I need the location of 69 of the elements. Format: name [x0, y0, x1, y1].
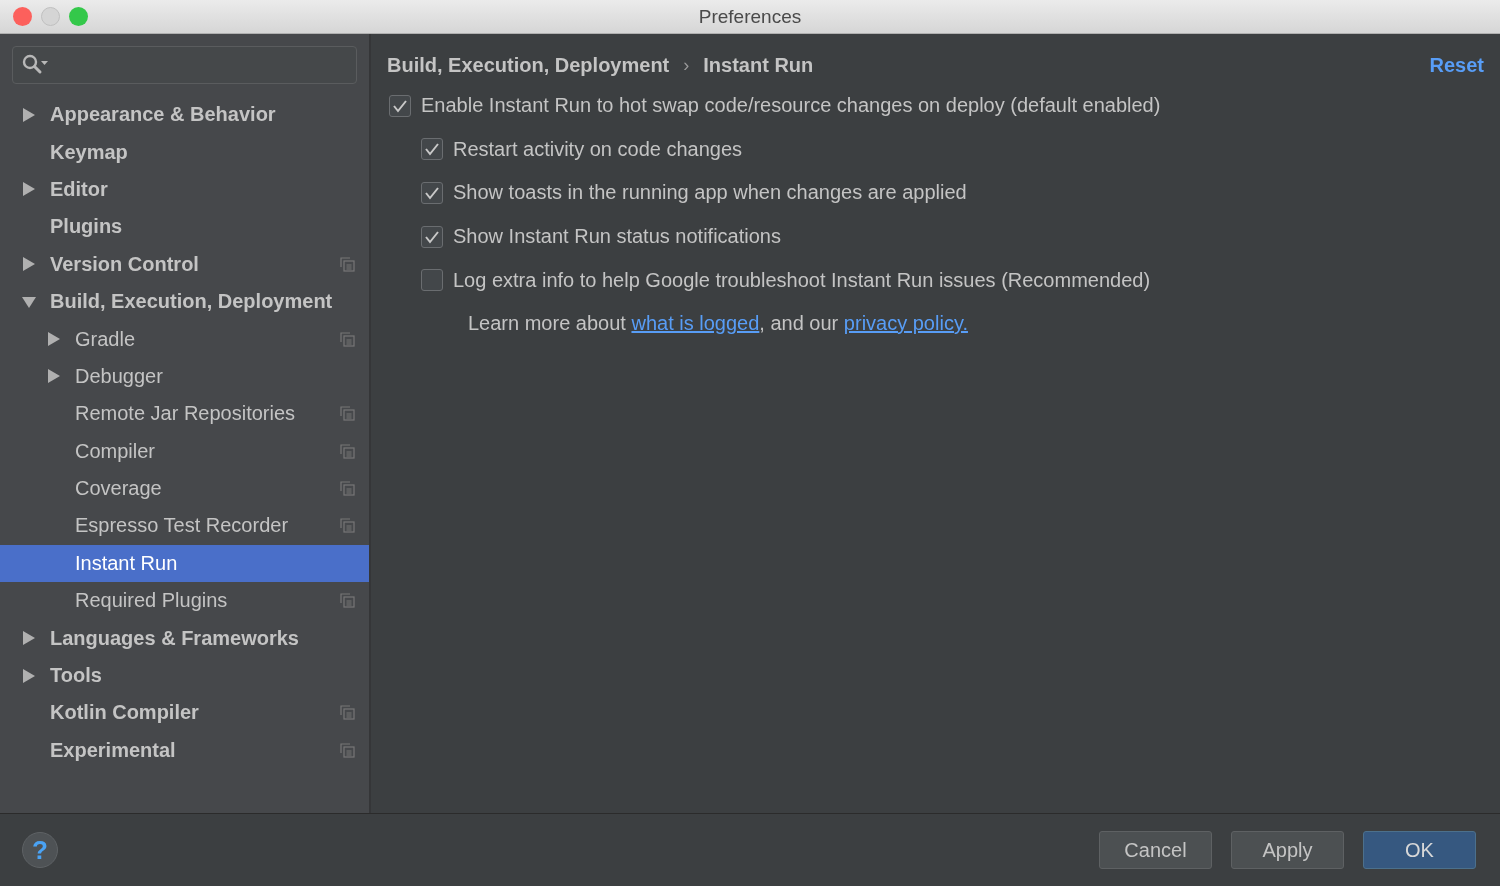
- tree-item[interactable]: Keymap: [0, 133, 369, 171]
- tree-item-label: Plugins: [50, 215, 123, 239]
- link[interactable]: privacy policy.: [843, 311, 968, 334]
- tree-item-label: Languages & Frameworks: [50, 626, 299, 650]
- window-title: Preferences: [698, 5, 802, 28]
- breadcrumb-item: Instant Run: [703, 53, 814, 77]
- checkbox-label: Restart activity on code changes: [453, 137, 743, 161]
- tree-item[interactable]: Kotlin Compiler: [0, 694, 369, 732]
- tree-item-label: Version Control: [50, 252, 199, 276]
- expand-arrow-icon[interactable]: [47, 332, 61, 347]
- checkbox-label: Log extra info to help Google troubleshoot Instant Run issues (Recommended): [453, 268, 1151, 292]
- tree-item-label: Coverage: [75, 477, 162, 501]
- checkbox-label: Show toasts in the running app when changes are applied: [453, 181, 967, 205]
- help-button[interactable]: ?: [22, 832, 58, 868]
- tree-item[interactable]: Required Plugins: [0, 582, 369, 620]
- checkbox[interactable]: [421, 269, 443, 292]
- collapse-arrow-icon[interactable]: [22, 294, 36, 309]
- search-icon: [22, 54, 50, 76]
- tree-item[interactable]: Editor: [0, 170, 369, 209]
- expand-arrow-icon[interactable]: [22, 257, 36, 272]
- tree-item[interactable]: Remote Jar Repositories: [0, 395, 369, 433]
- tree-item[interactable]: Languages & Frameworks: [0, 619, 369, 657]
- expand-arrow-icon[interactable]: [47, 369, 61, 384]
- tree-item[interactable]: Version Control: [0, 245, 369, 283]
- tree-item[interactable]: Gradle: [0, 320, 369, 358]
- expand-arrow-icon[interactable]: [22, 668, 36, 683]
- tree-item[interactable]: Debugger: [0, 357, 369, 396]
- checkbox-label: Show Instant Run status notifications: [453, 225, 781, 249]
- tree-item-label: Build, Execution, Deployment: [50, 290, 333, 314]
- tree-item[interactable]: Espresso Test Recorder: [0, 507, 369, 545]
- checkbox[interactable]: [421, 182, 443, 204]
- tree-item-label: Experimental: [50, 738, 176, 762]
- tree-item[interactable]: Experimental: [0, 731, 369, 770]
- search-field[interactable]: [12, 46, 357, 84]
- checkbox-label: Enable Instant Run to hot swap code/resource changes on deploy (default enabled): [421, 94, 1161, 118]
- tree-item-label: Appearance & Behavior: [50, 103, 276, 127]
- tree-item[interactable]: Instant Run: [0, 544, 369, 583]
- tree-item[interactable]: Plugins: [0, 208, 369, 246]
- tree-item-label: Espresso Test Recorder: [75, 514, 289, 538]
- tree-item[interactable]: Build, Execution, Deployment: [0, 282, 369, 321]
- reset-link[interactable]: Reset: [1429, 53, 1484, 77]
- privacy-note: Learn more about what is logged, and our privacy policy.: [468, 311, 969, 335]
- dialog-button[interactable]: OK: [1363, 831, 1476, 869]
- tree-item-label: Tools: [50, 664, 102, 688]
- link[interactable]: what is logged: [631, 311, 760, 334]
- tree-item[interactable]: Appearance & Behavior: [0, 96, 369, 134]
- dialog-button[interactable]: Apply: [1231, 831, 1344, 869]
- tree-item-label: Keymap: [50, 140, 128, 164]
- tree-item-label: Instant Run: [75, 551, 178, 575]
- tree-item-label: Editor: [50, 177, 108, 201]
- tree-item-label: Remote Jar Repositories: [75, 402, 296, 426]
- expand-arrow-icon[interactable]: [22, 182, 36, 197]
- expand-arrow-icon[interactable]: [22, 631, 36, 646]
- tree-item-label: Debugger: [75, 364, 163, 388]
- tree-item-label: Gradle: [75, 327, 136, 351]
- breadcrumb-separator: ›: [683, 54, 690, 76]
- checkbox[interactable]: [421, 138, 443, 161]
- tree-item-label: Kotlin Compiler: [50, 701, 199, 725]
- tree-item-label: Compiler: [75, 439, 156, 463]
- checkbox[interactable]: [421, 225, 443, 248]
- dialog-button[interactable]: Cancel: [1099, 831, 1212, 869]
- tree-item[interactable]: Compiler: [0, 432, 369, 470]
- tree-item[interactable]: Coverage: [0, 469, 369, 508]
- expand-arrow-icon[interactable]: [22, 107, 36, 122]
- breadcrumb-item: Build, Execution, Deployment: [387, 53, 670, 77]
- tree-item-label: Required Plugins: [75, 589, 228, 613]
- close-button[interactable]: [13, 7, 32, 26]
- tree-item[interactable]: Tools: [0, 656, 369, 695]
- checkbox[interactable]: [389, 94, 411, 117]
